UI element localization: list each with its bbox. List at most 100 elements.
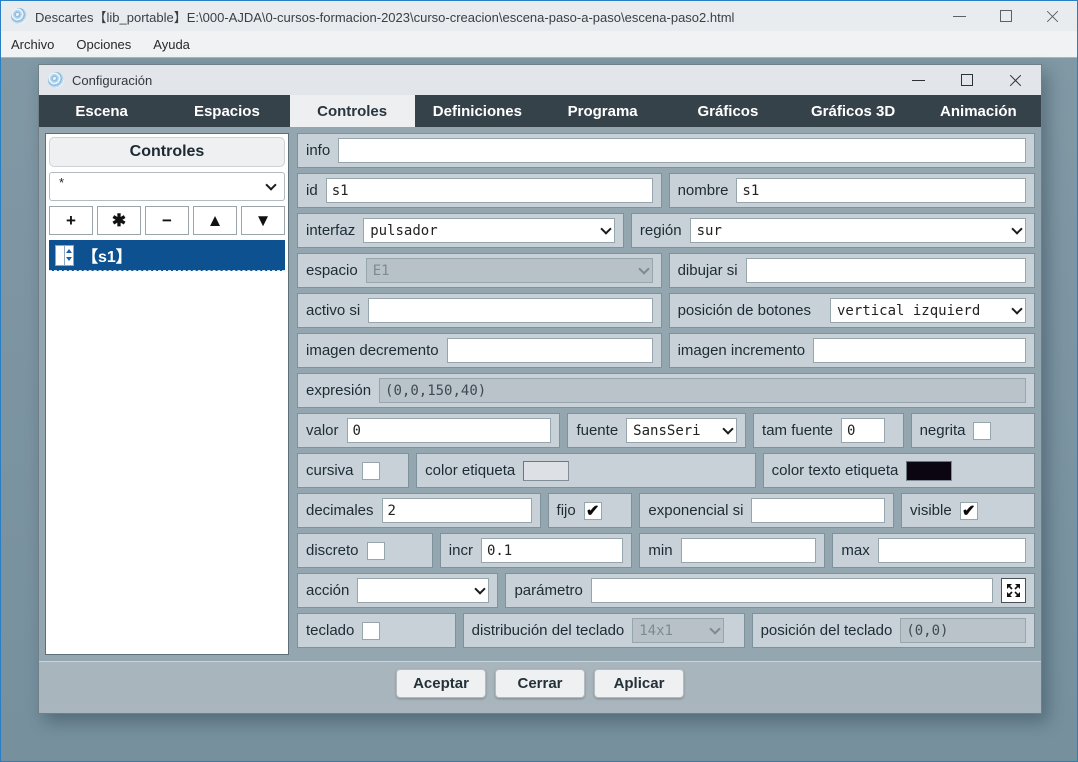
minimize-icon[interactable] — [912, 80, 925, 81]
close-icon[interactable] — [1046, 10, 1059, 23]
tab-definiciones[interactable]: Definiciones — [415, 95, 540, 127]
add-control-button[interactable]: + — [49, 206, 93, 235]
color-etiqueta-swatch[interactable] — [523, 461, 569, 481]
menu-ayuda[interactable]: Ayuda — [153, 37, 190, 52]
nombre-input[interactable] — [736, 178, 1026, 203]
parametro-input[interactable] — [591, 578, 993, 603]
menu-bar: Archivo Opciones Ayuda — [1, 31, 1077, 57]
dialog-content: Controles * + ✱ − ▲ ▼ — [39, 127, 1041, 661]
main-window-controls — [953, 10, 1067, 23]
controls-list-panel: Controles * + ✱ − ▲ ▼ — [45, 133, 289, 655]
tab-graficos-3d[interactable]: Gráficos 3D — [791, 95, 916, 127]
controls-filter-value: * — [59, 175, 64, 190]
close-icon[interactable] — [1009, 74, 1022, 87]
posicion-botones-group: posición de botones vertical izquierd — [669, 293, 1035, 328]
maximize-icon[interactable] — [1000, 10, 1012, 22]
parametro-group: parámetro — [505, 573, 1035, 608]
accion-group: acción — [297, 573, 498, 608]
move-up-button[interactable]: ▲ — [193, 206, 237, 235]
expand-button[interactable] — [1001, 578, 1026, 603]
menu-opciones[interactable]: Opciones — [76, 37, 131, 52]
accion-select[interactable] — [357, 578, 489, 603]
minimize-icon[interactable] — [953, 16, 966, 17]
visible-label: visible — [910, 502, 952, 519]
tam-fuente-label: tam fuente — [762, 422, 833, 439]
tab-graficos[interactable]: Gráficos — [665, 95, 790, 127]
info-label: info — [306, 142, 330, 159]
color-etiqueta-group: color etiqueta — [416, 453, 755, 488]
descartes-logo-icon — [48, 72, 64, 88]
chevron-down-icon — [265, 179, 276, 190]
imagen-decremento-label: imagen decremento — [306, 342, 439, 359]
incr-input[interactable] — [481, 538, 623, 563]
info-input[interactable] — [338, 138, 1026, 163]
id-input[interactable] — [326, 178, 653, 203]
cursiva-checkbox[interactable] — [362, 462, 380, 480]
cursiva-group: cursiva — [297, 453, 409, 488]
exponencial-si-input[interactable] — [751, 498, 885, 523]
valor-input[interactable] — [347, 418, 552, 443]
move-down-button[interactable]: ▼ — [241, 206, 285, 235]
aplicar-button[interactable]: Aplicar — [594, 669, 684, 698]
expresion-group: expresión — [297, 373, 1035, 408]
parametro-label: parámetro — [514, 582, 582, 599]
negrita-checkbox[interactable] — [973, 422, 991, 440]
teclado-checkbox[interactable] — [362, 622, 380, 640]
discreto-checkbox[interactable] — [367, 542, 385, 560]
tab-escena[interactable]: Escena — [39, 95, 164, 127]
remove-control-button[interactable]: − — [145, 206, 189, 235]
color-texto-etiqueta-group: color texto etiqueta — [763, 453, 1035, 488]
imagen-incremento-input[interactable] — [813, 338, 1026, 363]
visible-checkbox[interactable] — [960, 502, 978, 520]
min-input[interactable] — [681, 538, 817, 563]
fuente-group: fuente SansSeri — [567, 413, 746, 448]
interfaz-select[interactable]: pulsador — [363, 218, 615, 243]
distribucion-teclado-group: distribución del teclado 14x1 — [463, 613, 745, 648]
dialog-button-bar: Aceptar Cerrar Aplicar — [39, 661, 1041, 704]
posicion-botones-label: posición de botones — [678, 302, 811, 319]
color-texto-etiqueta-swatch[interactable] — [906, 461, 952, 481]
maximize-icon[interactable] — [961, 74, 973, 86]
nombre-label: nombre — [678, 182, 729, 199]
dibujar-si-input[interactable] — [746, 258, 1026, 283]
max-input[interactable] — [878, 538, 1026, 563]
fijo-checkbox[interactable] — [584, 502, 602, 520]
menu-archivo[interactable]: Archivo — [11, 37, 54, 52]
tab-controles[interactable]: Controles — [290, 95, 415, 127]
activo-si-input[interactable] — [368, 298, 652, 323]
decimales-group: decimales — [297, 493, 541, 528]
max-group: max — [832, 533, 1035, 568]
main-titlebar: Descartes【lib_portable】E:\000-AJDA\0-cur… — [1, 1, 1077, 31]
espacio-group: espacio E1 — [297, 253, 662, 288]
duplicate-control-button[interactable]: ✱ — [97, 206, 141, 235]
tab-espacios[interactable]: Espacios — [164, 95, 289, 127]
chevron-down-icon — [722, 423, 733, 434]
list-item-s1[interactable]: 【s1】 — [49, 240, 285, 271]
aceptar-button[interactable]: Aceptar — [396, 669, 486, 698]
cerrar-button[interactable]: Cerrar — [495, 669, 585, 698]
main-window-title: Descartes【lib_portable】E:\000-AJDA\0-cur… — [35, 7, 734, 26]
region-label: región — [640, 222, 682, 239]
decimales-input[interactable] — [382, 498, 532, 523]
controls-filter-select[interactable]: * — [49, 172, 285, 201]
dibujar-si-label: dibujar si — [678, 262, 738, 279]
posicion-teclado-group: posición del teclado — [752, 613, 1035, 648]
color-texto-etiqueta-label: color texto etiqueta — [772, 462, 899, 479]
tab-animacion[interactable]: Animación — [916, 95, 1041, 127]
tam-fuente-input[interactable] — [841, 418, 885, 443]
fuente-select[interactable]: SansSeri — [626, 418, 737, 443]
dialog-titlebar: Configuración — [39, 65, 1041, 95]
posicion-botones-select[interactable]: vertical izquierd — [830, 298, 1026, 323]
expand-icon — [1006, 583, 1021, 598]
imagen-decremento-group: imagen decremento — [297, 333, 662, 368]
info-group: info — [297, 133, 1035, 168]
activo-si-label: activo si — [306, 302, 360, 319]
visible-group: visible — [901, 493, 1035, 528]
imagen-decremento-input[interactable] — [447, 338, 653, 363]
imagen-incremento-label: imagen incremento — [678, 342, 806, 359]
espacio-select: E1 — [366, 258, 653, 283]
tab-programa[interactable]: Programa — [540, 95, 665, 127]
accion-label: acción — [306, 582, 349, 599]
region-select[interactable]: sur — [690, 218, 1026, 243]
desktop-area: Configuración Escena Espacios Controles … — [1, 57, 1077, 761]
